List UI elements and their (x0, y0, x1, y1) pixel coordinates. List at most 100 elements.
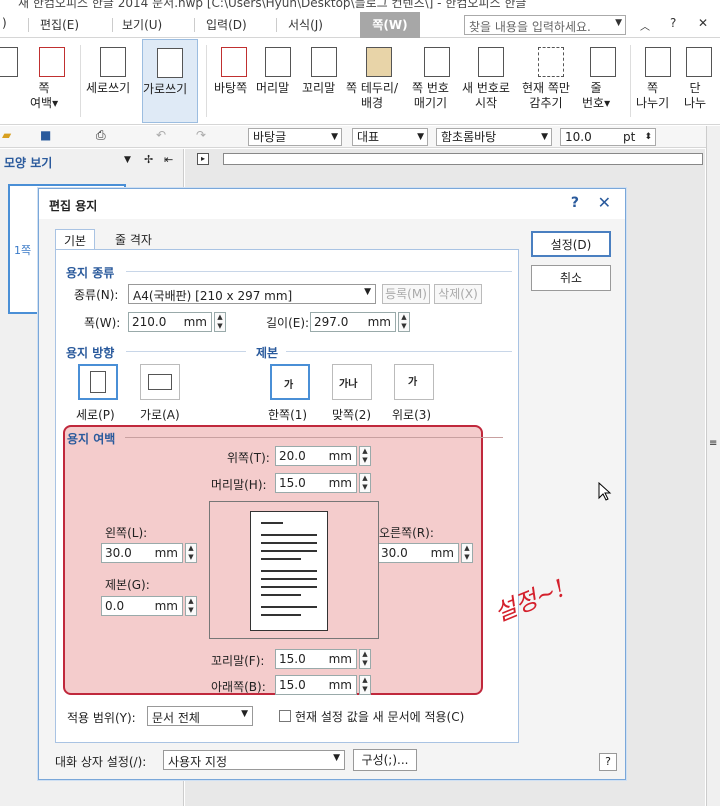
ribbon-page-break-button[interactable]: 쪽 나누기 (636, 39, 680, 123)
ribbon-label: 쪽 나누기 (636, 81, 670, 110)
one-side-binding-icon: 가 (284, 380, 294, 391)
redo-icon[interactable]: ↷ (196, 128, 206, 142)
ribbon-page-number-button[interactable]: 쪽 번호 매기기 (412, 39, 462, 123)
ribbon-label: 새 번호로 시작 (462, 81, 510, 110)
bottom-margin-stepper[interactable]: ▲ ▼ (359, 675, 371, 695)
kind-label: 종류(N): (74, 288, 119, 302)
gutter-margin-value: 0.0 (105, 599, 125, 613)
help-icon[interactable]: ? (571, 195, 579, 211)
left-margin-input[interactable]: 30.0 mm (101, 543, 183, 563)
top-label: 위로(3) (392, 408, 432, 422)
ribbon-header-button[interactable]: 머리말 (256, 39, 300, 123)
delete-button[interactable]: 삭제(X) (434, 284, 482, 304)
right-margin-stepper[interactable]: ▲ ▼ (461, 543, 473, 563)
chevron-down-icon: ▼ (417, 132, 424, 142)
close-icon[interactable]: ✕ (698, 16, 708, 30)
page-icon (0, 47, 18, 77)
chevron-down-icon[interactable]: ▼ (615, 18, 622, 28)
save-icon[interactable]: ■ (40, 128, 51, 142)
scroll-grip-icon[interactable]: ≡ (709, 438, 717, 449)
height-stepper[interactable]: ▲ ▼ (398, 312, 410, 332)
ribbon-margin-button[interactable]: 쪽 여백▾ (30, 39, 74, 123)
footer-margin-stepper[interactable]: ▲ ▼ (359, 649, 371, 669)
gutter-margin-input[interactable]: 0.0 mm (101, 596, 183, 616)
section-divider (125, 437, 503, 438)
left-margin-stepper[interactable]: ▲ ▼ (185, 543, 197, 563)
tab-basic[interactable]: 기본 (55, 229, 96, 249)
vertical-scrollbar[interactable]: ≡ (706, 126, 720, 806)
compose-button[interactable]: 구성(;)... (353, 749, 417, 771)
top-margin-stepper[interactable]: ▲ ▼ (359, 446, 371, 466)
ribbon-border-button[interactable]: 쪽 테두리/ 배경 (346, 39, 412, 123)
ribbon-footer-button[interactable]: 꼬리말 (302, 39, 346, 123)
section-divider (126, 271, 512, 272)
gutter-margin-stepper[interactable]: ▲ ▼ (185, 596, 197, 616)
apply-scope-label: 적용 범위(Y): (67, 711, 136, 725)
menu-insert[interactable]: 입력(D) (206, 16, 247, 33)
stepper-icon[interactable]: ⬍ (644, 129, 652, 145)
ribbon-page-setup-button[interactable] (0, 39, 20, 123)
menu-bar: ) 편집(E) 보기(U) 입력(D) 서식(J) 쪽(W) 찾을 내용을 입력… (0, 12, 720, 38)
landscape-option[interactable] (140, 364, 180, 400)
ribbon-master-page-button[interactable]: 바탕쪽 (214, 39, 254, 123)
ribbon-hide-button[interactable]: 현재 쪽만 감추기 (522, 39, 580, 123)
font-size-input[interactable]: 10.0 pt ⬍ (560, 128, 656, 146)
close-icon[interactable]: ✕ (598, 193, 611, 212)
ribbon-line-number-button[interactable]: 줄 번호▾ (582, 39, 624, 123)
bottom-margin-input[interactable]: 15.0 mm (275, 675, 357, 695)
right-margin-value: 30.0 (381, 546, 408, 560)
ribbon-horizontal-writing-button[interactable]: 가로쓰기 (142, 39, 198, 123)
chevron-up-icon[interactable]: ︿ (640, 18, 650, 33)
footer-margin-input[interactable]: 15.0 mm (275, 649, 357, 669)
style-select[interactable]: 바탕글 ▼ (248, 128, 342, 146)
ribbon-new-number-button[interactable]: 새 번호로 시작 (462, 39, 520, 123)
preview-line (261, 594, 301, 596)
top-margin-input[interactable]: 20.0 mm (275, 446, 357, 466)
binding-one-side-option[interactable]: 가 (270, 364, 310, 400)
binding-facing-option[interactable]: 가나 (332, 364, 372, 400)
ribbon-label: 단 나누 (684, 81, 707, 110)
cancel-button[interactable]: 취소 (531, 265, 611, 291)
header-margin-stepper[interactable]: ▲ ▼ (359, 473, 371, 493)
menu-separator (112, 18, 113, 32)
print-icon[interactable]: ⎙ (96, 128, 106, 143)
binding-top-option[interactable]: 가 (394, 364, 434, 400)
chevron-down-icon[interactable]: ▼ (124, 155, 131, 165)
help-button[interactable]: ? (599, 753, 617, 771)
dialog-setting-select[interactable]: 사용자 지정 ▼ (163, 750, 345, 770)
width-input[interactable]: 210.0 mm (128, 312, 212, 332)
default-apply-checkbox[interactable] (279, 710, 291, 722)
ribbon-column-break-button[interactable]: 단 나누 (684, 39, 714, 123)
menu-chevron-icon[interactable]: ) (2, 16, 7, 30)
width-stepper[interactable]: ▲ ▼ (214, 312, 226, 332)
right-margin-input[interactable]: 30.0 mm (377, 543, 459, 563)
register-button[interactable]: 등록(M) (382, 284, 430, 304)
paper-kind-select[interactable]: A4(국배판) [210 x 297 mm] ▼ (128, 284, 376, 304)
height-input[interactable]: 297.0 mm (310, 312, 396, 332)
horizontal-ruler[interactable] (223, 153, 703, 165)
menu-page[interactable]: 쪽(W) (360, 12, 420, 38)
ribbon-vertical-writing-button[interactable]: 세로쓰기 (86, 39, 140, 123)
ok-button[interactable]: 설정(D) (531, 231, 611, 257)
preview-line (261, 558, 301, 560)
apply-scope-select[interactable]: 문서 전체 ▼ (147, 706, 253, 726)
tab-type-icon[interactable]: ▸ (197, 153, 209, 165)
section-paper-kind: 용지 종류 (66, 266, 115, 280)
top-margin-value: 20.0 (279, 449, 306, 463)
language-select[interactable]: 대표 ▼ (352, 128, 428, 146)
portrait-option[interactable] (78, 364, 118, 400)
search-input[interactable]: 찾을 내용을 입력하세요. ▼ (464, 15, 626, 35)
undo-icon[interactable]: ↶ (156, 128, 166, 142)
one-side-label: 한쪽(1) (268, 408, 308, 422)
pin-icon[interactable]: ✢ (144, 153, 153, 166)
menu-view[interactable]: 보기(U) (122, 16, 162, 33)
menu-format[interactable]: 서식(J) (288, 16, 323, 33)
folder-icon[interactable]: ▰ (2, 128, 11, 142)
header-margin-input[interactable]: 15.0 mm (275, 473, 357, 493)
menu-edit[interactable]: 편집(E) (40, 16, 79, 33)
default-apply-label: 현재 설정 값을 새 문서에 적용(C) (295, 710, 465, 724)
tab-line-grid[interactable]: 줄 격자 (107, 229, 160, 249)
collapse-icon[interactable]: ⇤ (164, 153, 173, 166)
font-select[interactable]: 함초롬바탕 ▼ (436, 128, 552, 146)
help-button[interactable]: ? (670, 16, 676, 30)
